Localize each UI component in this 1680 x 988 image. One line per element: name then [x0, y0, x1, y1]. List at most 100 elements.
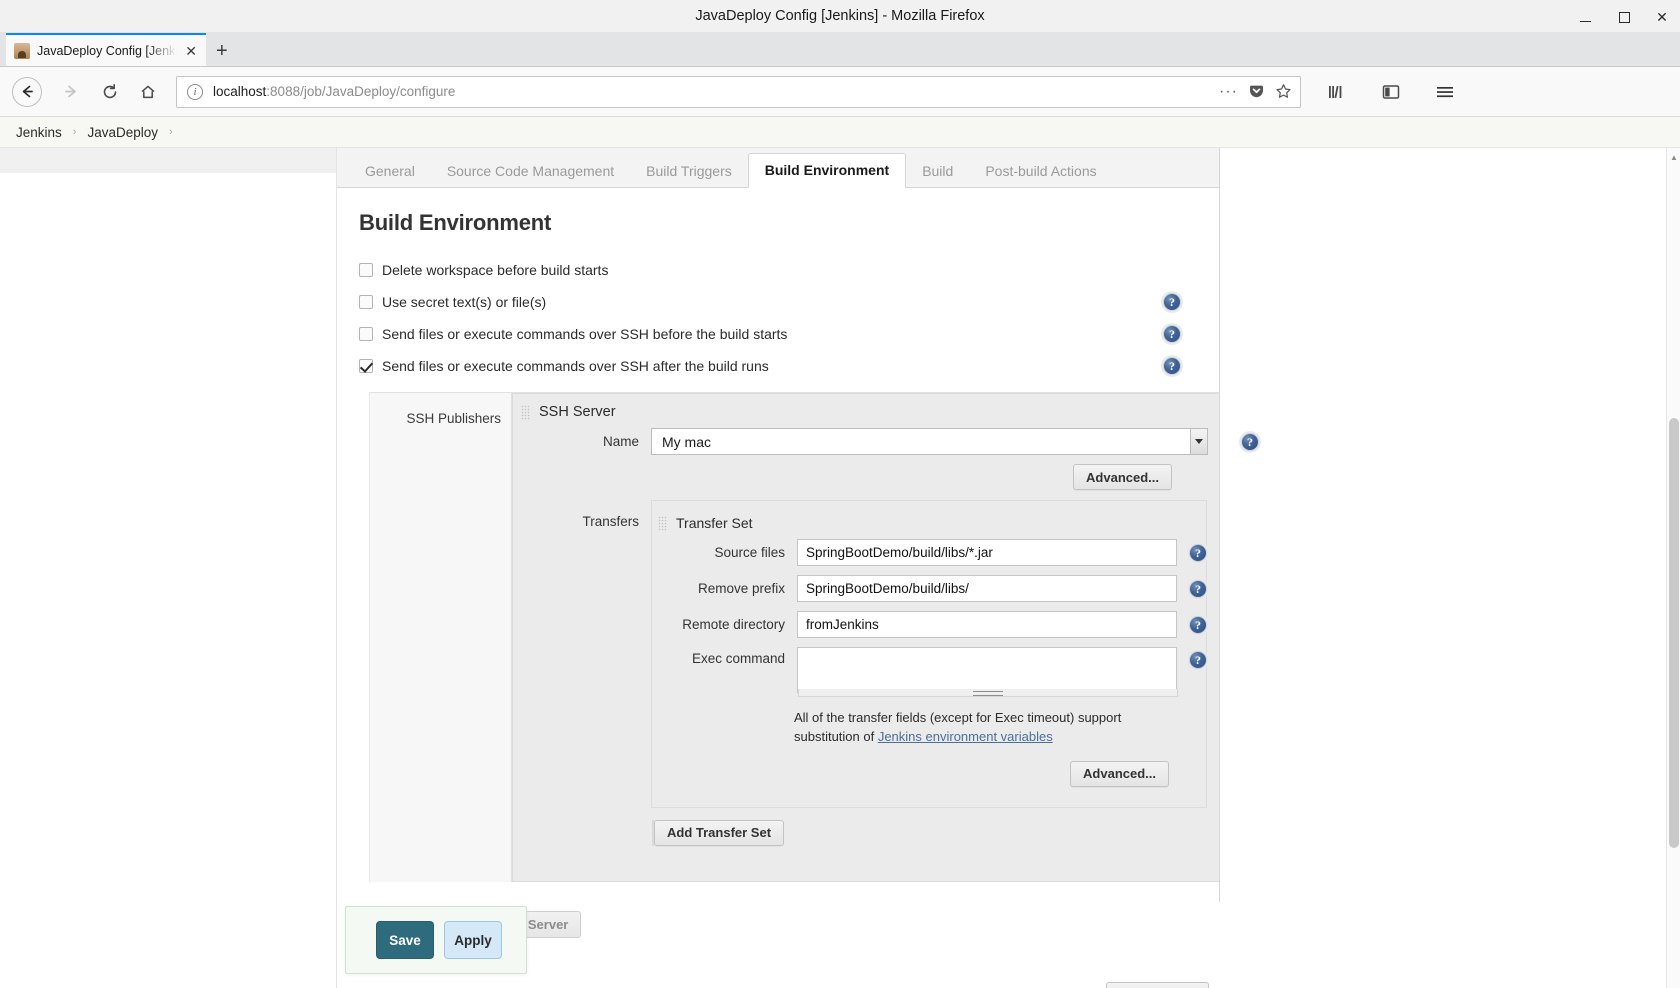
- checkbox-row-ssh-after-build[interactable]: Send files or execute commands over SSH …: [359, 350, 1219, 382]
- source-files-label: Source files: [714, 545, 785, 560]
- page-scrollbar[interactable]: ▲ ▼: [1666, 148, 1680, 988]
- transfer-field-row-remote-directory: Remote directory fromJenkins ?: [652, 611, 1207, 638]
- apply-button[interactable]: Apply: [444, 921, 502, 959]
- page-body: General Source Code Management Build Tri…: [0, 148, 1680, 988]
- transfer-note: All of the transfer fields (except for E…: [794, 709, 1174, 747]
- source-files-input[interactable]: SpringBootDemo/build/libs/*.jar: [797, 539, 1177, 566]
- checkbox-row-delete-workspace[interactable]: Delete workspace before build starts: [359, 254, 1219, 286]
- help-icon[interactable]: ?: [1189, 615, 1207, 634]
- breadcrumb-separator-icon: ›: [72, 126, 77, 138]
- help-icon[interactable]: ?: [1163, 357, 1181, 375]
- address-bar[interactable]: i localhost:8088/job/JavaDeploy/configur…: [176, 75, 1301, 108]
- scroll-up-icon[interactable]: ▲: [1667, 150, 1680, 164]
- ssh-publishers-row: SSH Publishers SSH Server Name My mac ? …: [369, 392, 1259, 882]
- checkbox-use-secret-text[interactable]: [359, 295, 373, 309]
- tab-source-code-management[interactable]: Source Code Management: [431, 155, 630, 188]
- checkbox-row-use-secret-text[interactable]: Use secret text(s) or file(s) ?: [359, 286, 1219, 318]
- close-icon[interactable]: ✕: [1654, 9, 1670, 25]
- page-title: Build Environment: [359, 210, 552, 235]
- config-content: General Source Code Management Build Tri…: [336, 148, 1259, 988]
- checkbox-row-ssh-before-build[interactable]: Send files or execute commands over SSH …: [359, 318, 1219, 350]
- tab-general[interactable]: General: [349, 155, 431, 188]
- help-icon[interactable]: ?: [1241, 432, 1259, 451]
- transfer-set-header: Transfer Set: [652, 505, 1206, 539]
- save-button[interactable]: Save: [376, 921, 434, 959]
- ssh-publishers-body: SSH Server Name My mac ? Advanced... Tra…: [512, 393, 1259, 882]
- transfer-advanced-button[interactable]: Advanced...: [1070, 760, 1169, 787]
- forward-button[interactable]: [52, 74, 88, 110]
- minimize-icon[interactable]: [1578, 9, 1594, 25]
- textarea-resize-handle[interactable]: [798, 689, 1178, 697]
- drag-handle-icon[interactable]: [521, 404, 530, 420]
- checkbox-delete-workspace[interactable]: [359, 263, 373, 277]
- ssh-server-name-row: Name My mac ?: [521, 428, 1259, 455]
- ssh-server-name-select[interactable]: My mac: [651, 428, 1208, 455]
- footer-area: Add Server Save Apply Advanced...: [337, 902, 1221, 988]
- jenkins-env-vars-link[interactable]: Jenkins environment variables: [878, 729, 1053, 744]
- remove-prefix-label: Remove prefix: [697, 581, 785, 596]
- hamburger-menu-icon[interactable]: [1427, 74, 1463, 110]
- checkbox-label-ssh-after-build: Send files or execute commands over SSH …: [382, 358, 769, 374]
- remove-prefix-input[interactable]: SpringBootDemo/build/libs/: [797, 575, 1177, 602]
- home-button[interactable]: [130, 74, 166, 110]
- sidebar-icon[interactable]: [1373, 74, 1409, 110]
- browser-titlebar: JavaDeploy Config [Jenkins] - Mozilla Fi…: [0, 0, 1680, 33]
- bookmark-star-icon[interactable]: [1275, 83, 1292, 100]
- chevron-down-icon[interactable]: [1190, 429, 1207, 454]
- bottom-advanced-button[interactable]: Advanced...: [1106, 982, 1209, 988]
- help-icon[interactable]: ?: [1163, 325, 1181, 343]
- toolbar-right-icons: [1315, 74, 1463, 110]
- transfers-label: Transfers: [582, 514, 639, 529]
- browser-tab[interactable]: JavaDeploy Config [Jenki ✕: [6, 33, 206, 66]
- checkbox-ssh-before-build[interactable]: [359, 327, 373, 341]
- tab-post-build-actions[interactable]: Post-build Actions: [969, 155, 1112, 188]
- ssh-publishers-label: SSH Publishers: [370, 393, 512, 882]
- add-transfer-set-button[interactable]: Add Transfer Set: [654, 819, 785, 846]
- help-icon[interactable]: ?: [1189, 651, 1207, 669]
- server-advanced-button[interactable]: Advanced...: [1073, 464, 1172, 490]
- site-info-icon[interactable]: i: [187, 83, 203, 100]
- checkbox-label-use-secret-text: Use secret text(s) or file(s): [382, 294, 547, 310]
- transfer-field-row-remove-prefix: Remove prefix SpringBootDemo/build/libs/…: [652, 575, 1207, 602]
- scrollbar-thumb[interactable]: [1669, 418, 1679, 848]
- url-path: :8088/job/JavaDeploy/configure: [266, 84, 456, 99]
- remote-directory-input[interactable]: fromJenkins: [797, 611, 1177, 638]
- pocket-icon[interactable]: [1248, 83, 1265, 100]
- help-icon[interactable]: ?: [1163, 293, 1181, 311]
- transfer-set-box: Transfer Set Source files SpringBootDemo…: [651, 500, 1207, 808]
- window-controls: ✕: [1578, 0, 1670, 33]
- ssh-server-header-label: SSH Server: [539, 404, 616, 420]
- tab-build[interactable]: Build: [906, 155, 969, 188]
- reload-button[interactable]: [92, 74, 128, 110]
- breadcrumb-separator-icon: ›: [169, 126, 173, 138]
- back-button[interactable]: [12, 76, 42, 107]
- library-icon[interactable]: [1319, 74, 1355, 110]
- breadcrumb-item-javadeploy[interactable]: JavaDeploy: [87, 125, 158, 140]
- add-transfer-set-wrap: Add Transfer Set: [652, 819, 1207, 846]
- transfers-panel: Transfer Set Source files SpringBootDemo…: [651, 500, 1207, 846]
- transfer-advanced-row: Advanced...: [652, 760, 1206, 787]
- help-icon[interactable]: ?: [1189, 543, 1207, 562]
- drag-handle-icon[interactable]: [658, 515, 667, 531]
- browser-tab-label: JavaDeploy Config [Jenki: [37, 43, 178, 58]
- tab-close-icon[interactable]: ✕: [184, 44, 198, 58]
- page-actions-icon[interactable]: ···: [1219, 83, 1238, 101]
- help-icon[interactable]: ?: [1189, 579, 1207, 598]
- ssh-server-name-label: Name: [602, 434, 639, 449]
- checkbox-ssh-after-build[interactable]: [359, 359, 373, 373]
- breadcrumb-item-jenkins[interactable]: Jenkins: [16, 125, 62, 140]
- transfer-field-row-exec-command: Exec command ?: [652, 647, 1207, 697]
- browser-navbar: i localhost:8088/job/JavaDeploy/configur…: [0, 67, 1680, 117]
- remote-directory-label: Remote directory: [682, 617, 785, 632]
- exec-command-textarea[interactable]: [797, 647, 1178, 697]
- new-tab-button[interactable]: +: [216, 41, 228, 61]
- ssh-server-header: SSH Server: [513, 394, 1219, 428]
- tab-build-triggers[interactable]: Build Triggers: [630, 155, 748, 188]
- window-title: JavaDeploy Config [Jenkins] - Mozilla Fi…: [695, 8, 985, 24]
- save-apply-bar: Save Apply: [345, 906, 527, 974]
- maximize-icon[interactable]: [1616, 9, 1632, 25]
- tab-build-environment[interactable]: Build Environment: [747, 153, 907, 188]
- exec-command-label: Exec command: [691, 651, 785, 666]
- gutter-strip: [0, 148, 336, 173]
- breadcrumb: Jenkins › JavaDeploy ›: [0, 117, 1680, 148]
